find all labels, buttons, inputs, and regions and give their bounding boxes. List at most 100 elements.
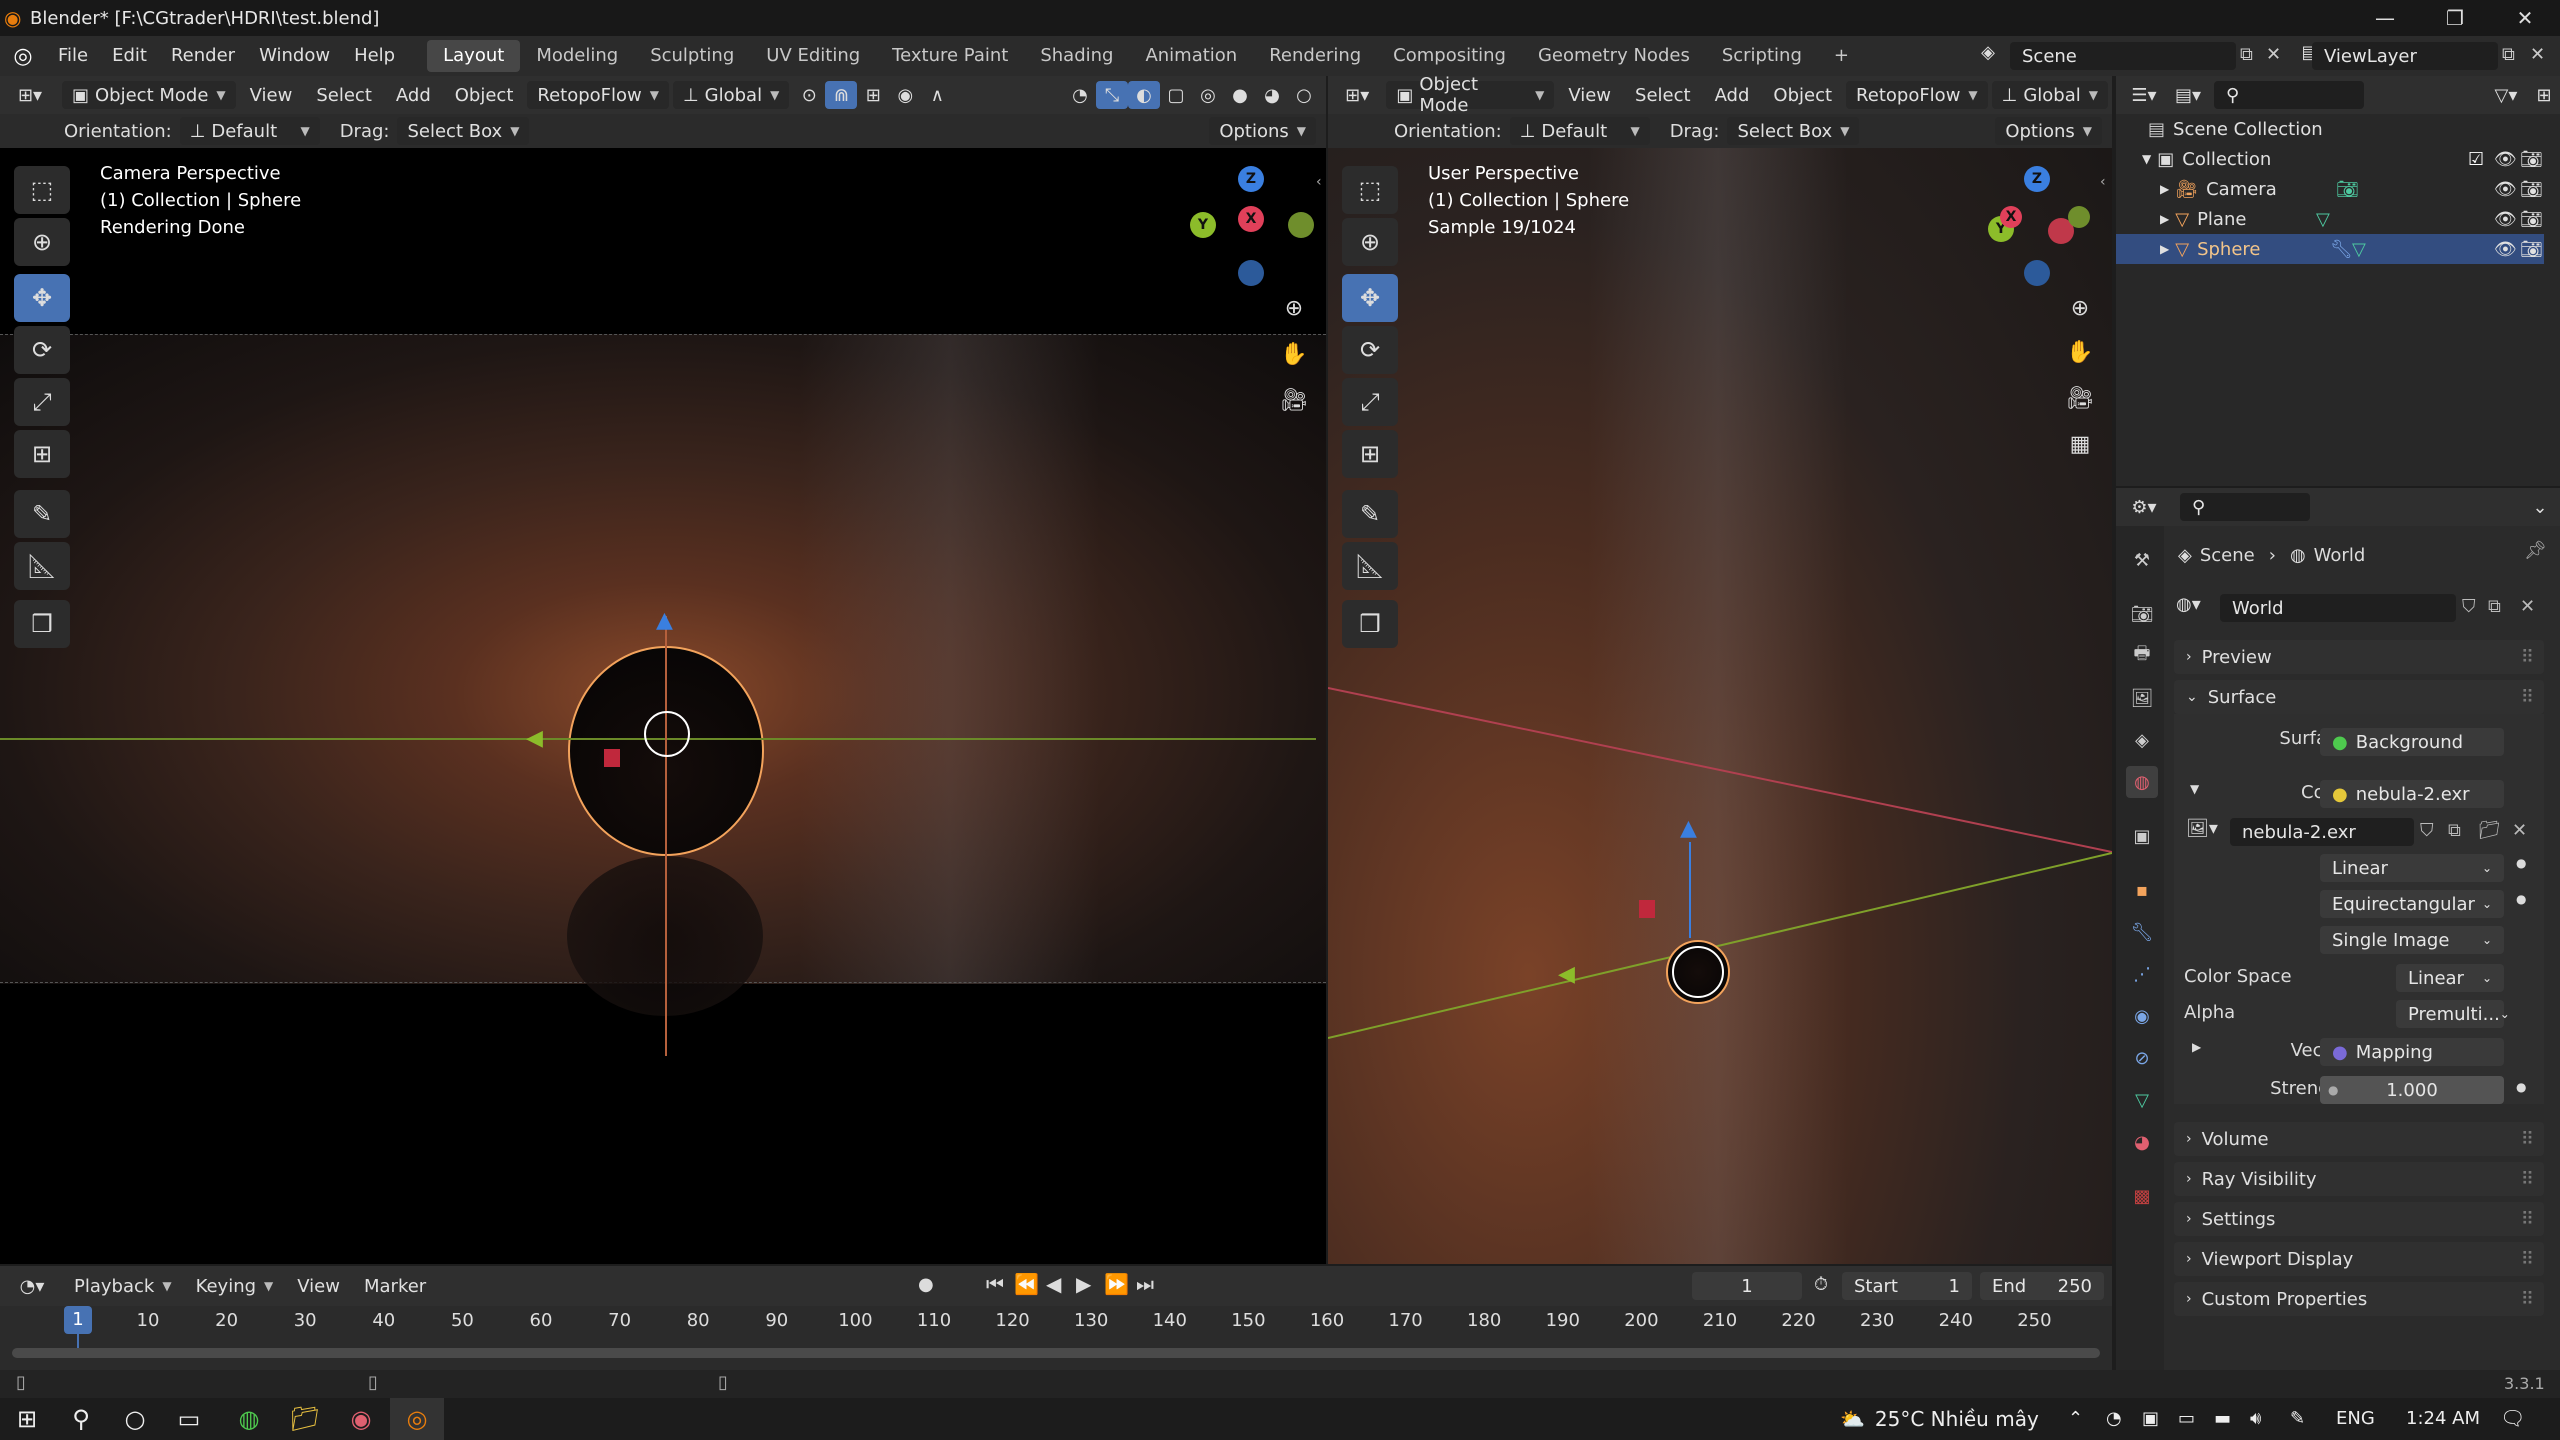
tray-pen-icon[interactable]: ✎ bbox=[2290, 1408, 2305, 1429]
options-dropdown[interactable]: Options ▼ bbox=[1209, 117, 1316, 145]
orientation-dropdown[interactable]: ⊥ Default ▼ bbox=[1509, 117, 1650, 145]
timeline-scrollbar[interactable] bbox=[12, 1348, 2100, 1358]
world-browse-icon[interactable]: ◍▾ bbox=[2176, 594, 2220, 622]
drag-dropdown[interactable]: Select Box ▼ bbox=[1727, 117, 1860, 145]
pan-hand-icon[interactable]: ✋ bbox=[1274, 334, 1314, 374]
properties-editor-type-icon[interactable]: ⚙▾ bbox=[2122, 493, 2166, 521]
tool-measure[interactable]: 📐︎ bbox=[14, 542, 70, 590]
tab-geometry-nodes[interactable]: Geometry Nodes bbox=[1522, 40, 1706, 72]
tool-move[interactable]: ✥ bbox=[1342, 274, 1398, 322]
render-tab-icon[interactable]: 📷︎ bbox=[2126, 598, 2158, 630]
tool-cursor[interactable]: ⊕ bbox=[14, 218, 70, 266]
pin-icon[interactable]: 📌︎ bbox=[2524, 540, 2547, 561]
expand-arrow-icon[interactable]: ▶ bbox=[2160, 212, 2169, 226]
gizmo-plane-handle[interactable] bbox=[1639, 900, 1655, 918]
new-collection-icon[interactable]: ⊞ bbox=[2528, 81, 2560, 109]
tool-transform[interactable]: ⊞ bbox=[1342, 430, 1398, 478]
panel-surface[interactable]: ⌄ Surface ⠿ bbox=[2174, 680, 2544, 714]
visibility-eye-icon[interactable]: 👁︎ bbox=[2494, 209, 2517, 230]
color-input-field[interactable]: ● nebula-2.exr bbox=[2320, 780, 2504, 808]
pivot-icon[interactable]: ⊙ bbox=[793, 81, 825, 109]
app-red-icon[interactable]: ◉ bbox=[334, 1398, 388, 1440]
display-mode-icon[interactable]: ▤▾ bbox=[2166, 81, 2210, 109]
expand-arrow-icon[interactable]: ▶ bbox=[2160, 242, 2169, 256]
tool-move[interactable]: ✥ bbox=[14, 274, 70, 322]
menu-help[interactable]: Help bbox=[342, 36, 407, 76]
sidebar-toggle-icon[interactable]: ‹ bbox=[1316, 174, 1322, 190]
xray-icon[interactable]: ▢ bbox=[1160, 81, 1192, 109]
tray-battery-icon[interactable]: ▬ bbox=[2214, 1408, 2231, 1429]
panel-volume[interactable]: › Volume ⠿ bbox=[2174, 1122, 2544, 1156]
menu-add[interactable]: Add bbox=[1705, 81, 1760, 109]
tray-volume-icon[interactable]: 🔊︎ bbox=[2250, 1408, 2261, 1429]
viewport-right[interactable]: ⊞▾ ▣ Object Mode ▼ View Select Add Object … bbox=[1328, 74, 2112, 1264]
image-new-icon[interactable]: ⧉ bbox=[2448, 820, 2461, 841]
search-icon[interactable]: ⚲ bbox=[54, 1398, 108, 1440]
new-view-layer-icon[interactable]: ⧉ bbox=[2502, 44, 2515, 65]
tool-measure[interactable]: 📐︎ bbox=[1342, 542, 1398, 590]
blender-menu-icon[interactable]: ◎ bbox=[0, 44, 46, 69]
prev-keyframe-icon[interactable]: ⏪ bbox=[1014, 1272, 1039, 1296]
cortana-icon[interactable]: ○ bbox=[108, 1398, 162, 1440]
camera-data-icon[interactable]: 📷︎ bbox=[2336, 179, 2359, 200]
snap-target-icon[interactable]: ⊞ bbox=[857, 81, 889, 109]
menu-edit[interactable]: Edit bbox=[100, 36, 159, 76]
tool-select-box[interactable]: ⬚ bbox=[1342, 166, 1398, 214]
menu-view[interactable]: View bbox=[1558, 81, 1621, 109]
image-unlink-icon[interactable]: ✕ bbox=[2512, 820, 2527, 841]
nav-x-axis[interactable]: X bbox=[1238, 206, 1264, 232]
marker-menu[interactable]: Marker bbox=[354, 1272, 436, 1300]
fake-user-icon[interactable]: ⛉ bbox=[2462, 596, 2476, 617]
language-indicator[interactable]: ENG bbox=[2336, 1408, 2375, 1429]
nav-neg-z-axis[interactable] bbox=[2024, 260, 2050, 286]
app-green-icon[interactable]: ◍ bbox=[222, 1398, 276, 1440]
texture-tab-icon[interactable]: ▩ bbox=[2126, 1180, 2158, 1212]
render-camera-icon[interactable]: 📷︎ bbox=[2520, 179, 2543, 200]
modifier-wrench-icon[interactable]: 🔧︎ bbox=[2330, 239, 2353, 260]
editor-type-icon[interactable]: ⊞▾ bbox=[8, 81, 52, 109]
transform-gizmo-ring[interactable] bbox=[644, 711, 690, 757]
nav-neg-y-axis[interactable] bbox=[1288, 212, 1314, 238]
mode-dropdown[interactable]: ▣ Object Mode ▼ bbox=[62, 81, 236, 109]
options-dropdown[interactable]: Options ▼ bbox=[1995, 117, 2102, 145]
tab-shading[interactable]: Shading bbox=[1024, 40, 1129, 72]
render-camera-icon[interactable]: 📷︎ bbox=[2520, 149, 2543, 170]
panel-settings[interactable]: › Settings ⠿ bbox=[2174, 1202, 2544, 1236]
visibility-eye-icon[interactable]: 👁︎ bbox=[2494, 149, 2517, 170]
pan-hand-icon[interactable]: ✋ bbox=[2060, 332, 2100, 372]
visibility-eye-icon[interactable]: 👁︎ bbox=[2494, 179, 2517, 200]
tool-transform[interactable]: ⊞ bbox=[14, 430, 70, 478]
tab-uv-editing[interactable]: UV Editing bbox=[750, 40, 876, 72]
add-workspace-button[interactable]: + bbox=[1818, 40, 1865, 72]
menu-add[interactable]: Add bbox=[386, 81, 441, 109]
current-frame-field[interactable]: 1 bbox=[1692, 1272, 1802, 1300]
image-name-field[interactable]: nebula-2.exr bbox=[2230, 818, 2414, 846]
gizmo-z-arrow-icon[interactable]: ▲ bbox=[1680, 816, 1697, 841]
scene-icon[interactable]: ◈ bbox=[1970, 42, 2006, 70]
panel-ray-visibility[interactable]: › Ray Visibility ⠿ bbox=[2174, 1162, 2544, 1196]
scene-selector[interactable]: Scene bbox=[2010, 42, 2236, 70]
tool-select-box[interactable]: ⬚ bbox=[14, 166, 70, 214]
tab-modeling[interactable]: Modeling bbox=[520, 40, 634, 72]
editor-type-icon[interactable]: ⊞▾ bbox=[1336, 81, 1378, 109]
tab-scripting[interactable]: Scripting bbox=[1706, 40, 1818, 72]
file-explorer-icon[interactable]: 📁︎ bbox=[278, 1398, 332, 1440]
strength-slider[interactable]: ● 1.000 bbox=[2320, 1076, 2504, 1104]
nav-x-axis[interactable]: X bbox=[2000, 206, 2022, 228]
shading-solid-icon[interactable]: ● bbox=[1224, 81, 1256, 109]
mode-dropdown[interactable]: ▣ Object Mode ▼ bbox=[1386, 74, 1555, 116]
gizmo-z-arrow-icon[interactable]: ▲ bbox=[656, 608, 673, 633]
close-button[interactable]: ✕ bbox=[2490, 0, 2560, 36]
render-camera-icon[interactable]: 📷︎ bbox=[2520, 209, 2543, 230]
outliner-editor-type-icon[interactable]: ☰▾ bbox=[2122, 81, 2166, 109]
drag-dropdown[interactable]: Select Box ▼ bbox=[397, 117, 530, 145]
timeline-editor-type-icon[interactable]: ◔▾ bbox=[10, 1272, 54, 1300]
zoom-icon[interactable]: ⊕ bbox=[2060, 288, 2100, 328]
clock[interactable]: 1:24 AM bbox=[2406, 1408, 2480, 1429]
menu-file[interactable]: File bbox=[46, 36, 100, 76]
zoom-icon[interactable]: ⊕ bbox=[1274, 288, 1314, 328]
tab-compositing[interactable]: Compositing bbox=[1377, 40, 1522, 72]
panel-preview[interactable]: › Preview ⠿ bbox=[2174, 640, 2544, 674]
gizmo-plane-handle[interactable] bbox=[604, 749, 620, 767]
output-tab-icon[interactable]: 🖶 bbox=[2126, 640, 2158, 672]
